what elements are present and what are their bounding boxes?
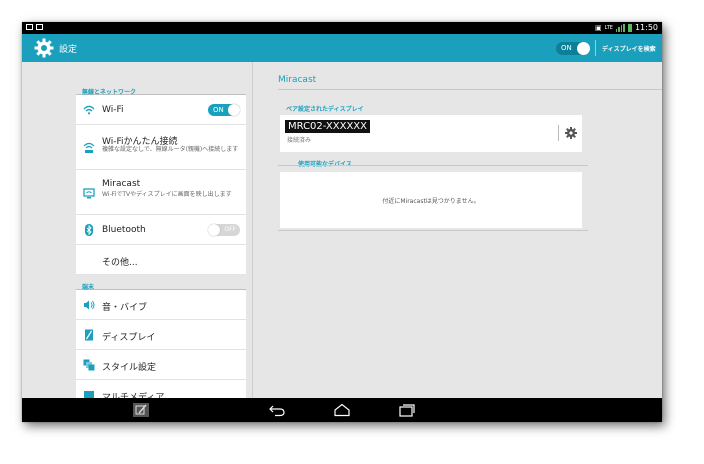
list-item-style[interactable]: スタイル設定 xyxy=(76,350,246,380)
back-icon[interactable] xyxy=(268,403,286,417)
notification-icon xyxy=(26,24,33,30)
device-settings-gear-icon[interactable] xyxy=(565,127,577,139)
page-title: 設定 xyxy=(59,45,78,55)
device-name-box: MRC02-XXXXXX xyxy=(285,120,370,133)
list-item-label: スタイル設定 xyxy=(102,363,157,373)
clock: 11:50 xyxy=(634,23,658,32)
device-name: MRC02-XXXXXX xyxy=(288,121,367,132)
status-bar: ▣ LTE 11:50 xyxy=(22,22,662,34)
navigation-bar xyxy=(22,398,662,422)
bottom-divider xyxy=(278,230,588,231)
paired-device-row[interactable]: MRC02-XXXXXX 接続済み xyxy=(280,115,582,152)
tablet-screen: ▣ LTE 11:50 設定 ON ディスプレイを検索 無線とネットワーク Wi… xyxy=(22,22,662,422)
action-separator xyxy=(595,40,596,56)
speaker-icon xyxy=(83,299,95,311)
bluetooth-icon xyxy=(83,224,95,236)
panel-divider xyxy=(252,62,253,398)
recent-apps-icon[interactable] xyxy=(398,403,416,417)
empty-message: 付近にMiracastは見つかりません。 xyxy=(382,198,480,205)
network-type: LTE xyxy=(604,24,613,31)
list-item-multimedia[interactable]: マルチメディア xyxy=(76,380,246,400)
list-item-sound[interactable]: 音・バイブ xyxy=(76,290,246,320)
section-header-device: 端末 xyxy=(76,275,246,291)
toggle-knob xyxy=(577,42,590,55)
screen-mirror-icon xyxy=(83,187,95,199)
list-item-subtitle: Wi-FiでTVやディスプレイに画面を映し出します xyxy=(102,191,232,198)
list-item-miracast[interactable]: Miracast Wi-FiでTVやディスプレイに画面を映し出します xyxy=(76,170,246,215)
list-item-label: Miracast xyxy=(102,179,141,189)
list-item-display[interactable]: ディスプレイ xyxy=(76,320,246,350)
settings-gear-icon[interactable] xyxy=(34,38,54,58)
list-item-wifi[interactable]: Wi-Fi ON xyxy=(76,95,246,125)
list-item-subtitle: 複雑な設定なしで、無線ルータ(親機)へ接続します xyxy=(102,146,239,153)
home-icon[interactable] xyxy=(333,403,351,417)
wifi-icon xyxy=(83,104,95,116)
toggle-label: OFF xyxy=(224,226,236,233)
list-item-label: ディスプレイ xyxy=(102,333,156,343)
small-app-launcher-icon[interactable] xyxy=(132,402,150,418)
list-item-wifi-easy-connect[interactable]: Wi-Fiかんたん接続 複雑な設定なしで、無線ルータ(親機)へ接続します xyxy=(76,125,246,170)
signal-icon xyxy=(615,23,625,32)
list-item-label: Wi-Fi xyxy=(102,105,124,115)
title-divider xyxy=(278,89,662,90)
battery-icon xyxy=(627,23,632,32)
list-item-bluetooth[interactable]: Bluetooth OFF xyxy=(76,215,246,245)
available-divider xyxy=(278,165,588,166)
miracast-master-toggle[interactable]: ON xyxy=(556,42,590,55)
paired-displays-header: ペア設定されたディスプレイ xyxy=(286,106,364,113)
wifi-toggle[interactable]: ON xyxy=(208,104,240,116)
toggle-knob xyxy=(228,104,240,116)
toggle-label: ON xyxy=(561,44,572,52)
list-item-label: 音・バイブ xyxy=(102,303,148,313)
device-separator xyxy=(558,125,559,141)
detail-title: Miracast xyxy=(278,75,317,85)
style-icon xyxy=(83,359,95,371)
list-item-label: その他... xyxy=(102,258,138,268)
available-devices-header: 使用可能なデバイス xyxy=(298,159,352,168)
available-devices-panel: 付近にMiracastは見つかりません。 xyxy=(280,172,582,228)
search-displays-button[interactable]: ディスプレイを検索 xyxy=(602,44,656,53)
section-header-wireless: 無線とネットワーク xyxy=(76,80,246,96)
action-bar: 設定 ON ディスプレイを検索 xyxy=(22,34,662,62)
bluetooth-toggle[interactable]: OFF xyxy=(208,224,240,236)
list-item-more[interactable]: その他... xyxy=(76,245,246,275)
device-status: 接続済み xyxy=(287,137,312,144)
nfc-icon: ▣ xyxy=(595,23,602,32)
list-item-label: Bluetooth xyxy=(102,225,146,235)
settings-list: 無線とネットワーク Wi-Fi ON Wi-Fiかんたん接続 複雑な設定なしで、… xyxy=(76,80,246,400)
wifi-easy-connect-icon xyxy=(83,142,95,154)
toggle-knob xyxy=(208,224,220,236)
toggle-label: ON xyxy=(213,106,224,114)
display-icon xyxy=(83,329,95,341)
screenshot-icon xyxy=(36,24,43,30)
